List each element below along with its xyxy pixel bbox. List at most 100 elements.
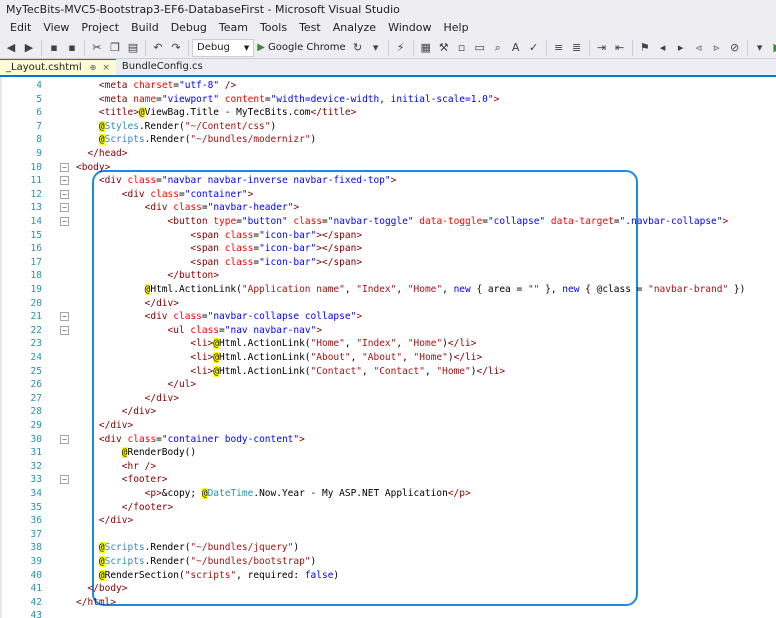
code-line[interactable]: 6 <title>@ViewBag.Title - MyTecBits.com</… bbox=[0, 106, 776, 120]
uncomment-icon[interactable]: ≣ bbox=[569, 40, 585, 56]
save-icon[interactable]: ▪ bbox=[46, 40, 62, 56]
find-icon[interactable]: ⌕ bbox=[490, 40, 506, 56]
code-line[interactable]: 7 @Styles.Render("~/Content/css") bbox=[0, 120, 776, 134]
menu-analyze[interactable]: Analyze bbox=[327, 19, 382, 37]
fold-toggle-icon[interactable] bbox=[60, 475, 69, 485]
wrench-icon[interactable]: ⚒ bbox=[436, 40, 452, 56]
code-line[interactable]: 21 <div class="navbar-collapse collapse"> bbox=[0, 310, 776, 324]
object-browser-icon[interactable]: ▭ bbox=[472, 40, 488, 56]
code-line[interactable]: 36 </div> bbox=[0, 514, 776, 528]
solution-configuration-select[interactable]: Debug ▼ bbox=[192, 38, 255, 57]
menu-test[interactable]: Test bbox=[293, 19, 327, 37]
previous-bookmark-icon[interactable]: ◂ bbox=[655, 40, 671, 56]
outdent-icon[interactable]: ⇤ bbox=[612, 40, 628, 56]
code-line[interactable]: 35 </footer> bbox=[0, 501, 776, 515]
menu-edit[interactable]: Edit bbox=[4, 19, 37, 37]
code-line[interactable]: 41 </body> bbox=[0, 582, 776, 596]
comment-icon[interactable]: ≡ bbox=[551, 40, 567, 56]
format-icon[interactable]: A bbox=[508, 40, 524, 56]
code-line[interactable]: 13 <div class="navbar-header"> bbox=[0, 201, 776, 215]
menu-project[interactable]: Project bbox=[75, 19, 125, 37]
menu-help[interactable]: Help bbox=[437, 19, 474, 37]
paste-icon[interactable]: ▤ bbox=[125, 40, 141, 56]
cut-icon[interactable]: ✂ bbox=[89, 40, 105, 56]
bookmark-icon[interactable]: ⚑ bbox=[637, 40, 653, 56]
code-line[interactable]: 11 <div class="navbar navbar-inverse navb… bbox=[0, 174, 776, 188]
fold-toggle-icon[interactable] bbox=[60, 434, 69, 444]
code-line[interactable]: 31 @RenderBody() bbox=[0, 446, 776, 460]
code-line[interactable]: 28 </div> bbox=[0, 405, 776, 419]
undo-icon[interactable]: ↶ bbox=[150, 40, 166, 56]
code-line[interactable]: 15 <span class="icon-bar"></span> bbox=[0, 229, 776, 243]
play-icon[interactable]: ▶ bbox=[770, 40, 776, 56]
code-line[interactable]: 38 @Scripts.Render("~/bundles/jquery") bbox=[0, 541, 776, 555]
menu-tools[interactable]: Tools bbox=[254, 19, 293, 37]
toolbar-options-icon[interactable]: ▾ bbox=[752, 40, 768, 56]
code-line[interactable]: 17 <span class="icon-bar"></span> bbox=[0, 256, 776, 270]
code-line[interactable]: 25 <li>@Html.ActionLink("Contact", "Conta… bbox=[0, 365, 776, 379]
code-line[interactable]: 33 <footer> bbox=[0, 473, 776, 487]
code-token: new bbox=[562, 284, 580, 295]
code-editor[interactable]: 4 <meta charset="utf-8" /> 5 <meta name="vi… bbox=[0, 77, 776, 618]
fold-toggle-icon[interactable] bbox=[60, 176, 69, 186]
code-line[interactable]: 4 <meta charset="utf-8" /> bbox=[0, 79, 776, 93]
tab-layout-cshtml[interactable]: _Layout.cshtml ⊕ × bbox=[0, 59, 116, 75]
next-bookmark-icon[interactable]: ▸ bbox=[673, 40, 689, 56]
fold-toggle-icon[interactable] bbox=[60, 203, 69, 213]
code-line[interactable]: 20 </div> bbox=[0, 297, 776, 311]
close-icon[interactable]: × bbox=[102, 60, 110, 76]
save-all-icon[interactable]: ▪ bbox=[64, 40, 80, 56]
dropdown-arrow-icon[interactable]: ▾ bbox=[368, 40, 384, 56]
spelling-icon[interactable]: ✓ bbox=[526, 40, 542, 56]
code-line[interactable]: 19 @Html.ActionLink("Application name", "… bbox=[0, 283, 776, 297]
menu-build[interactable]: Build bbox=[125, 19, 165, 37]
redo-icon[interactable]: ↷ bbox=[168, 40, 184, 56]
menu-debug[interactable]: Debug bbox=[165, 19, 213, 37]
code-line[interactable]: 37 bbox=[0, 528, 776, 542]
code-line[interactable]: 10 <body> bbox=[0, 161, 776, 175]
code-line[interactable]: 22 <ul class="nav navbar-nav"> bbox=[0, 324, 776, 338]
fold-toggle-icon[interactable] bbox=[60, 217, 69, 226]
copy-icon[interactable]: ❐ bbox=[107, 40, 123, 56]
code-line[interactable]: 34 <p>&copy; @DateTime.Now.Year - My ASP.… bbox=[0, 487, 776, 501]
start-debugging-button[interactable]: ▶ Google Chrome bbox=[257, 42, 345, 53]
indent-icon[interactable]: ⇥ bbox=[594, 40, 610, 56]
refresh-icon[interactable]: ↻ bbox=[350, 40, 366, 56]
pin-icon[interactable]: ⊕ bbox=[90, 60, 97, 76]
navigate-forward-icon[interactable]: ▶ bbox=[21, 40, 37, 56]
bookmark-window-icon[interactable]: ▫ bbox=[454, 40, 470, 56]
fold-toggle-icon[interactable] bbox=[60, 189, 69, 199]
code-line[interactable]: 43 bbox=[0, 609, 776, 618]
code-line[interactable]: 32 <hr /> bbox=[0, 460, 776, 474]
code-line[interactable]: 27 </div> bbox=[0, 392, 776, 406]
code-line[interactable]: 18 </button> bbox=[0, 269, 776, 283]
code-map-icon[interactable]: ▦ bbox=[418, 40, 434, 56]
code-token: RenderSection( bbox=[104, 569, 185, 581]
code-line[interactable]: 29 </div> bbox=[0, 419, 776, 433]
code-line[interactable]: 23 <li>@Html.ActionLink("Home", "Index", … bbox=[0, 337, 776, 351]
tab-bundleconfig-cs[interactable]: BundleConfig.cs bbox=[116, 59, 209, 75]
fold-toggle-icon[interactable] bbox=[60, 162, 69, 172]
code-line[interactable]: 12 <div class="container"> bbox=[0, 188, 776, 202]
menu-view[interactable]: View bbox=[37, 19, 75, 37]
menu-team[interactable]: Team bbox=[213, 19, 254, 37]
browser-link-icon[interactable]: ⚡ bbox=[393, 40, 409, 56]
code-line[interactable]: 16 <span class="icon-bar"></span> bbox=[0, 242, 776, 256]
clear-bookmarks-icon[interactable]: ⊘ bbox=[727, 40, 743, 56]
code-line[interactable]: 30 <div class="container body-content"> bbox=[0, 433, 776, 447]
code-line[interactable]: 14 <button type="button" class="navbar-to… bbox=[0, 215, 776, 229]
fold-toggle-icon[interactable] bbox=[60, 325, 69, 335]
prev-in-folder-icon[interactable]: ◃ bbox=[691, 40, 707, 56]
code-line[interactable]: 24 <li>@Html.ActionLink("About", "About",… bbox=[0, 351, 776, 365]
next-in-folder-icon[interactable]: ▹ bbox=[709, 40, 725, 56]
code-line[interactable]: 39 @Scripts.Render("~/bundles/bootstrap") bbox=[0, 555, 776, 569]
code-line[interactable]: 42 </html> bbox=[0, 596, 776, 610]
code-line[interactable]: 9 </head> bbox=[0, 147, 776, 161]
code-line[interactable]: 26 </ul> bbox=[0, 378, 776, 392]
code-line[interactable]: 8 @Scripts.Render("~/bundles/modernizr") bbox=[0, 133, 776, 147]
code-line[interactable]: 5 <meta name="viewport" content="width=de… bbox=[0, 93, 776, 107]
menu-window[interactable]: Window bbox=[382, 19, 437, 37]
navigate-back-icon[interactable]: ◀ bbox=[3, 40, 19, 56]
code-line[interactable]: 40 @RenderSection("scripts", required: fa… bbox=[0, 569, 776, 583]
fold-toggle-icon[interactable] bbox=[60, 312, 69, 322]
